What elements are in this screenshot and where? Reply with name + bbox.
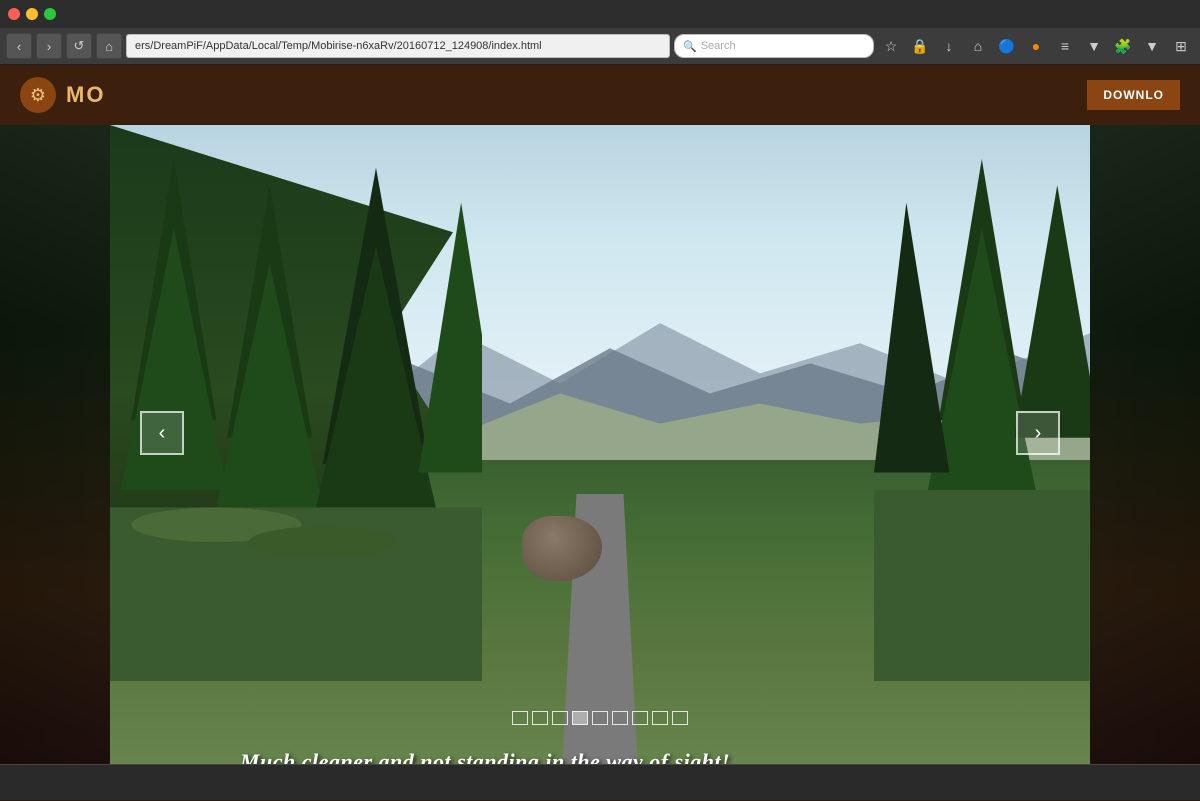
home-button[interactable]: ⌂ [96, 33, 122, 59]
slide-dots [512, 711, 688, 725]
boulder [522, 516, 602, 581]
dot-9[interactable] [672, 711, 688, 725]
traffic-light-yellow[interactable] [26, 8, 38, 20]
traffic-light-red[interactable] [8, 8, 20, 20]
browser-titlebar [0, 0, 1200, 28]
app-header: ⚙ MO DOWNLO [0, 65, 1200, 125]
back-button[interactable]: ‹ [6, 33, 32, 59]
reload-button[interactable]: ↺ [66, 33, 92, 59]
dot-2[interactable] [532, 711, 548, 725]
next-arrow-button[interactable]: › [1016, 411, 1060, 455]
menu-button[interactable]: ≡ [1052, 33, 1078, 59]
search-bar[interactable]: 🔍 Search [674, 34, 874, 58]
right-sidebar-image [1090, 125, 1200, 795]
search-icon: 🔍 [683, 40, 697, 53]
menu2-button[interactable]: ▼ [1139, 33, 1165, 59]
next-arrow-icon: › [1035, 422, 1042, 445]
download-button-browser[interactable]: ↓ [936, 33, 962, 59]
browser-toolbar: ‹ › ↺ ⌂ ers/DreamPiF/AppData/Local/Temp/… [0, 28, 1200, 64]
app-logo: ⚙ MO [20, 77, 105, 113]
dot-6[interactable] [612, 711, 628, 725]
prev-arrow-icon: ‹ [159, 422, 166, 445]
grid-button[interactable]: ⊞ [1168, 33, 1194, 59]
app-title: MO [66, 82, 105, 108]
browser-chrome: ‹ › ↺ ⌂ ers/DreamPiF/AppData/Local/Temp/… [0, 0, 1200, 65]
bottom-taskbar [0, 764, 1200, 800]
download-button[interactable]: DOWNLO [1087, 80, 1180, 110]
lock-button[interactable]: 🔒 [907, 33, 933, 59]
dot-4[interactable] [572, 711, 588, 725]
dot-1[interactable] [512, 711, 528, 725]
toolbar-icons: ☆ 🔒 ↓ ⌂ 🔵 ● ≡ ▼ 🧩 ▼ ⊞ [878, 33, 1194, 59]
website-content: ⚙ MO DOWNLO [0, 65, 1200, 801]
dot-8[interactable] [652, 711, 668, 725]
dot-3[interactable] [552, 711, 568, 725]
shield-button[interactable]: 🔵 [994, 33, 1020, 59]
gear-icon: ⚙ [20, 77, 56, 113]
bookmark-star-button[interactable]: ☆ [878, 33, 904, 59]
address-text: ers/DreamPiF/AppData/Local/Temp/Mobirise… [135, 40, 542, 52]
traffic-light-green[interactable] [44, 8, 56, 20]
slider-container: Much cleaner and not standing in the way… [110, 125, 1090, 795]
ext-button[interactable]: ▼ [1081, 33, 1107, 59]
forward-button[interactable]: › [36, 33, 62, 59]
puzzle-button[interactable]: 🧩 [1110, 33, 1136, 59]
search-placeholder: Search [701, 40, 736, 52]
home-icon-button[interactable]: ⌂ [965, 33, 991, 59]
address-bar[interactable]: ers/DreamPiF/AppData/Local/Temp/Mobirise… [126, 34, 670, 58]
left-sidebar [0, 125, 110, 795]
dot-7[interactable] [632, 711, 648, 725]
gear-symbol: ⚙ [30, 85, 46, 106]
dot-5[interactable] [592, 711, 608, 725]
left-sidebar-image [0, 125, 110, 795]
color-button[interactable]: ● [1023, 33, 1049, 59]
right-sidebar [1090, 125, 1200, 795]
prev-arrow-button[interactable]: ‹ [140, 411, 184, 455]
slide-image: Much cleaner and not standing in the way… [110, 125, 1090, 795]
